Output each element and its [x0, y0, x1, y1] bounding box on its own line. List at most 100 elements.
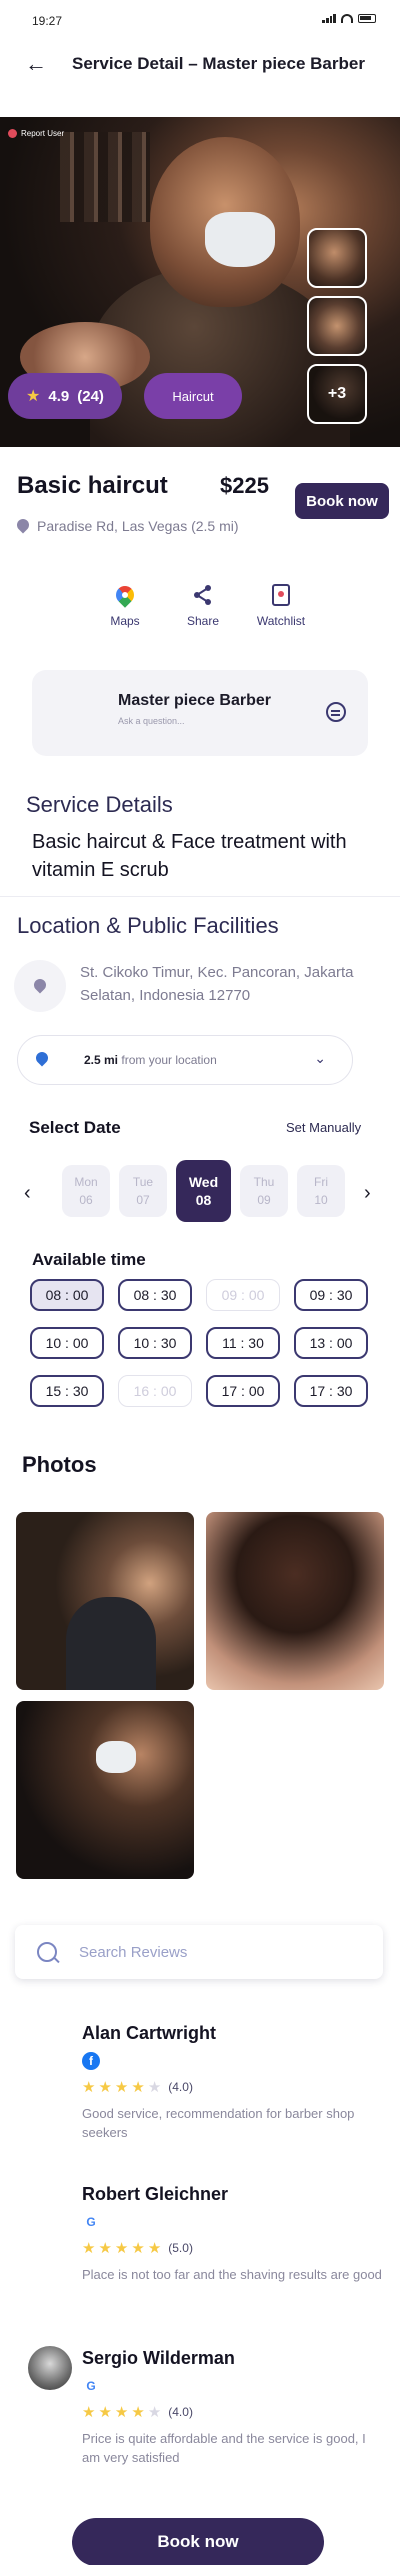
book-now-button[interactable]: Book now — [72, 2518, 324, 2565]
review-text: Price is quite affordable and the servic… — [82, 2431, 366, 2465]
chat-icon[interactable] — [326, 702, 346, 722]
status-icons — [322, 14, 376, 23]
review-text: Good service, recommendation for barber … — [82, 2106, 355, 2140]
review-stars: ★ ★ ★ ★ ★ (4.0) — [82, 2079, 193, 2096]
time-slot[interactable]: 17 : 30 — [294, 1375, 368, 1407]
reviewer-name: Sergio Wilderman — [82, 2348, 235, 2368]
back-arrow-icon[interactable]: ← — [22, 50, 50, 78]
time-slot[interactable]: 11 : 30 — [206, 1327, 280, 1359]
thumbnail-2[interactable] — [307, 296, 367, 356]
reviewer-name: Robert Gleichner — [82, 2184, 229, 2204]
location-pin-icon — [17, 519, 29, 534]
select-date-heading: Select Date — [29, 1118, 121, 1137]
time-slot[interactable]: 17 : 00 — [206, 1375, 280, 1407]
wifi-icon — [341, 14, 353, 23]
status-bar: 19:27 — [0, 0, 400, 40]
location-address: St. Cikoko Timur, Kec. Pancoran, Jakarta… — [80, 964, 354, 1004]
set-manually-link[interactable]: Set Manually — [286, 1120, 361, 1135]
distance-text: 2.5 mi from your location — [84, 1053, 217, 1067]
service-price: $225 — [220, 473, 269, 498]
time-slot[interactable]: 13 : 00 — [294, 1327, 368, 1359]
time-slot[interactable]: 09 : 30 — [294, 1279, 368, 1311]
time-slot-selected[interactable]: 08 : 00 — [30, 1279, 104, 1311]
thumbnail-more[interactable]: +3 — [307, 364, 367, 424]
hero-background-shelf — [60, 132, 150, 222]
maps-label: Maps — [110, 614, 140, 628]
watchlist-button[interactable]: Watchlist — [252, 582, 310, 628]
avatar — [28, 2346, 72, 2390]
search-icon — [37, 1942, 57, 1962]
date-option[interactable]: Mon 06 — [62, 1165, 110, 1217]
time-slot[interactable]: 15 : 30 — [30, 1375, 104, 1407]
time-slot-disabled: 09 : 00 — [206, 1279, 280, 1311]
service-details-text: Basic haircut & Face treatment with vita… — [32, 831, 347, 881]
date-picker: Mon 06 Tue 07 Wed 08 Thu 09 Fri 10 — [62, 1160, 345, 1222]
service-name: Basic haircut — [17, 472, 168, 499]
barber-name: Master piece Barber — [118, 692, 271, 709]
review-item: Robert Gleichner G ★ ★ ★ ★ ★ (5.0) Place is … — [82, 2184, 382, 2284]
battery-icon — [358, 14, 376, 23]
ask-question-prompt[interactable]: Ask a question... — [118, 716, 185, 726]
photos-heading: Photos — [22, 1452, 97, 1477]
location-heading: Location & Public Facilities — [17, 913, 279, 938]
share-button[interactable]: Share — [174, 582, 232, 628]
review-item: Alan Cartwright f ★ ★ ★ ★ ★ (4.0) Good servi… — [82, 2023, 382, 2142]
service-detail-screen: 19:27 ← Service Detail – Master piece Ba… — [0, 0, 400, 2565]
review-stars: ★ ★ ★ ★ ★ (5.0) — [82, 2240, 193, 2257]
date-option[interactable]: Fri 10 — [297, 1165, 345, 1217]
date-option[interactable]: Tue 07 — [119, 1165, 167, 1217]
rating-value: 4.9 — [48, 387, 70, 405]
distance-selector[interactable]: 2.5 mi from your location ⌄ — [17, 1035, 353, 1085]
chevron-down-icon: ⌄ — [314, 1050, 326, 1066]
star-icon: ★ — [26, 388, 41, 405]
status-time: 19:27 — [32, 14, 63, 28]
rating-count: (24) — [77, 387, 104, 405]
service-details-heading: Service Details — [26, 792, 173, 817]
barber-card[interactable]: Master piece Barber Ask a question... — [32, 670, 368, 756]
book-now-button-top[interactable]: Book now — [295, 483, 389, 519]
service-address: Paradise Rd, Las Vegas (2.5 mi) — [17, 518, 239, 534]
time-slot[interactable]: 10 : 00 — [30, 1327, 104, 1359]
location-address-row: St. Cikoko Timur, Kec. Pancoran, Jakarta… — [14, 957, 386, 1012]
review-item: Sergio Wilderman G ★ ★ ★ ★ ★ (4.0) Price is … — [82, 2348, 382, 2467]
review-search-input[interactable] — [79, 1940, 359, 1964]
action-row: Maps Share Watchlist — [96, 582, 310, 628]
share-label: Share — [186, 614, 220, 628]
google-icon: G — [86, 2215, 96, 2229]
date-option-selected[interactable]: Wed 08 — [176, 1160, 231, 1222]
maps-button[interactable]: Maps — [96, 582, 154, 628]
time-slot[interactable]: 08 : 30 — [118, 1279, 192, 1311]
review-rating: (4.0) — [168, 2080, 193, 2094]
chevron-right-icon[interactable]: › — [364, 1182, 371, 1205]
google-icon: G — [86, 2379, 96, 2393]
review-text: Place is not too far and the shaving res… — [82, 2267, 382, 2282]
share-icon — [190, 582, 216, 608]
review-rating: (4.0) — [168, 2405, 193, 2419]
photo-barbershop[interactable] — [16, 1512, 194, 1690]
reviewer-name: Alan Cartwright — [82, 2023, 217, 2043]
review-search-box — [15, 1925, 383, 1979]
review-stars: ★ ★ ★ ★ ★ (4.0) — [82, 2404, 193, 2421]
available-time-heading: Available time — [32, 1250, 146, 1269]
date-option[interactable]: Thu 09 — [240, 1165, 288, 1217]
report-icon — [8, 129, 17, 138]
section-divider — [0, 896, 400, 897]
rating-badge: ★ 4.9 (24) — [8, 373, 122, 419]
thumbnail-1[interactable] — [307, 228, 367, 288]
service-address-text: Paradise Rd, Las Vegas (2.5 mi) — [37, 518, 239, 534]
report-user-link[interactable]: Report User — [8, 129, 64, 138]
hero-face-mask — [205, 212, 275, 267]
watchlist-label: Watchlist — [256, 614, 306, 628]
time-slot-disabled: 16 : 00 — [118, 1375, 192, 1407]
distance-pin-icon — [33, 1049, 51, 1067]
maps-pin-icon — [112, 582, 138, 608]
photo-shave[interactable] — [16, 1701, 194, 1879]
hero-image[interactable]: Report User ★ 4.9 (24) Haircut +3 — [0, 117, 400, 447]
report-label: Report User — [21, 129, 65, 138]
category-badge[interactable]: Haircut — [144, 373, 242, 419]
facebook-icon: f — [82, 2052, 100, 2070]
time-slot[interactable]: 10 : 30 — [118, 1327, 192, 1359]
chevron-left-icon[interactable]: ‹ — [24, 1182, 31, 1205]
photo-braids[interactable] — [206, 1512, 384, 1690]
hero-thumbnails: +3 — [307, 228, 367, 424]
